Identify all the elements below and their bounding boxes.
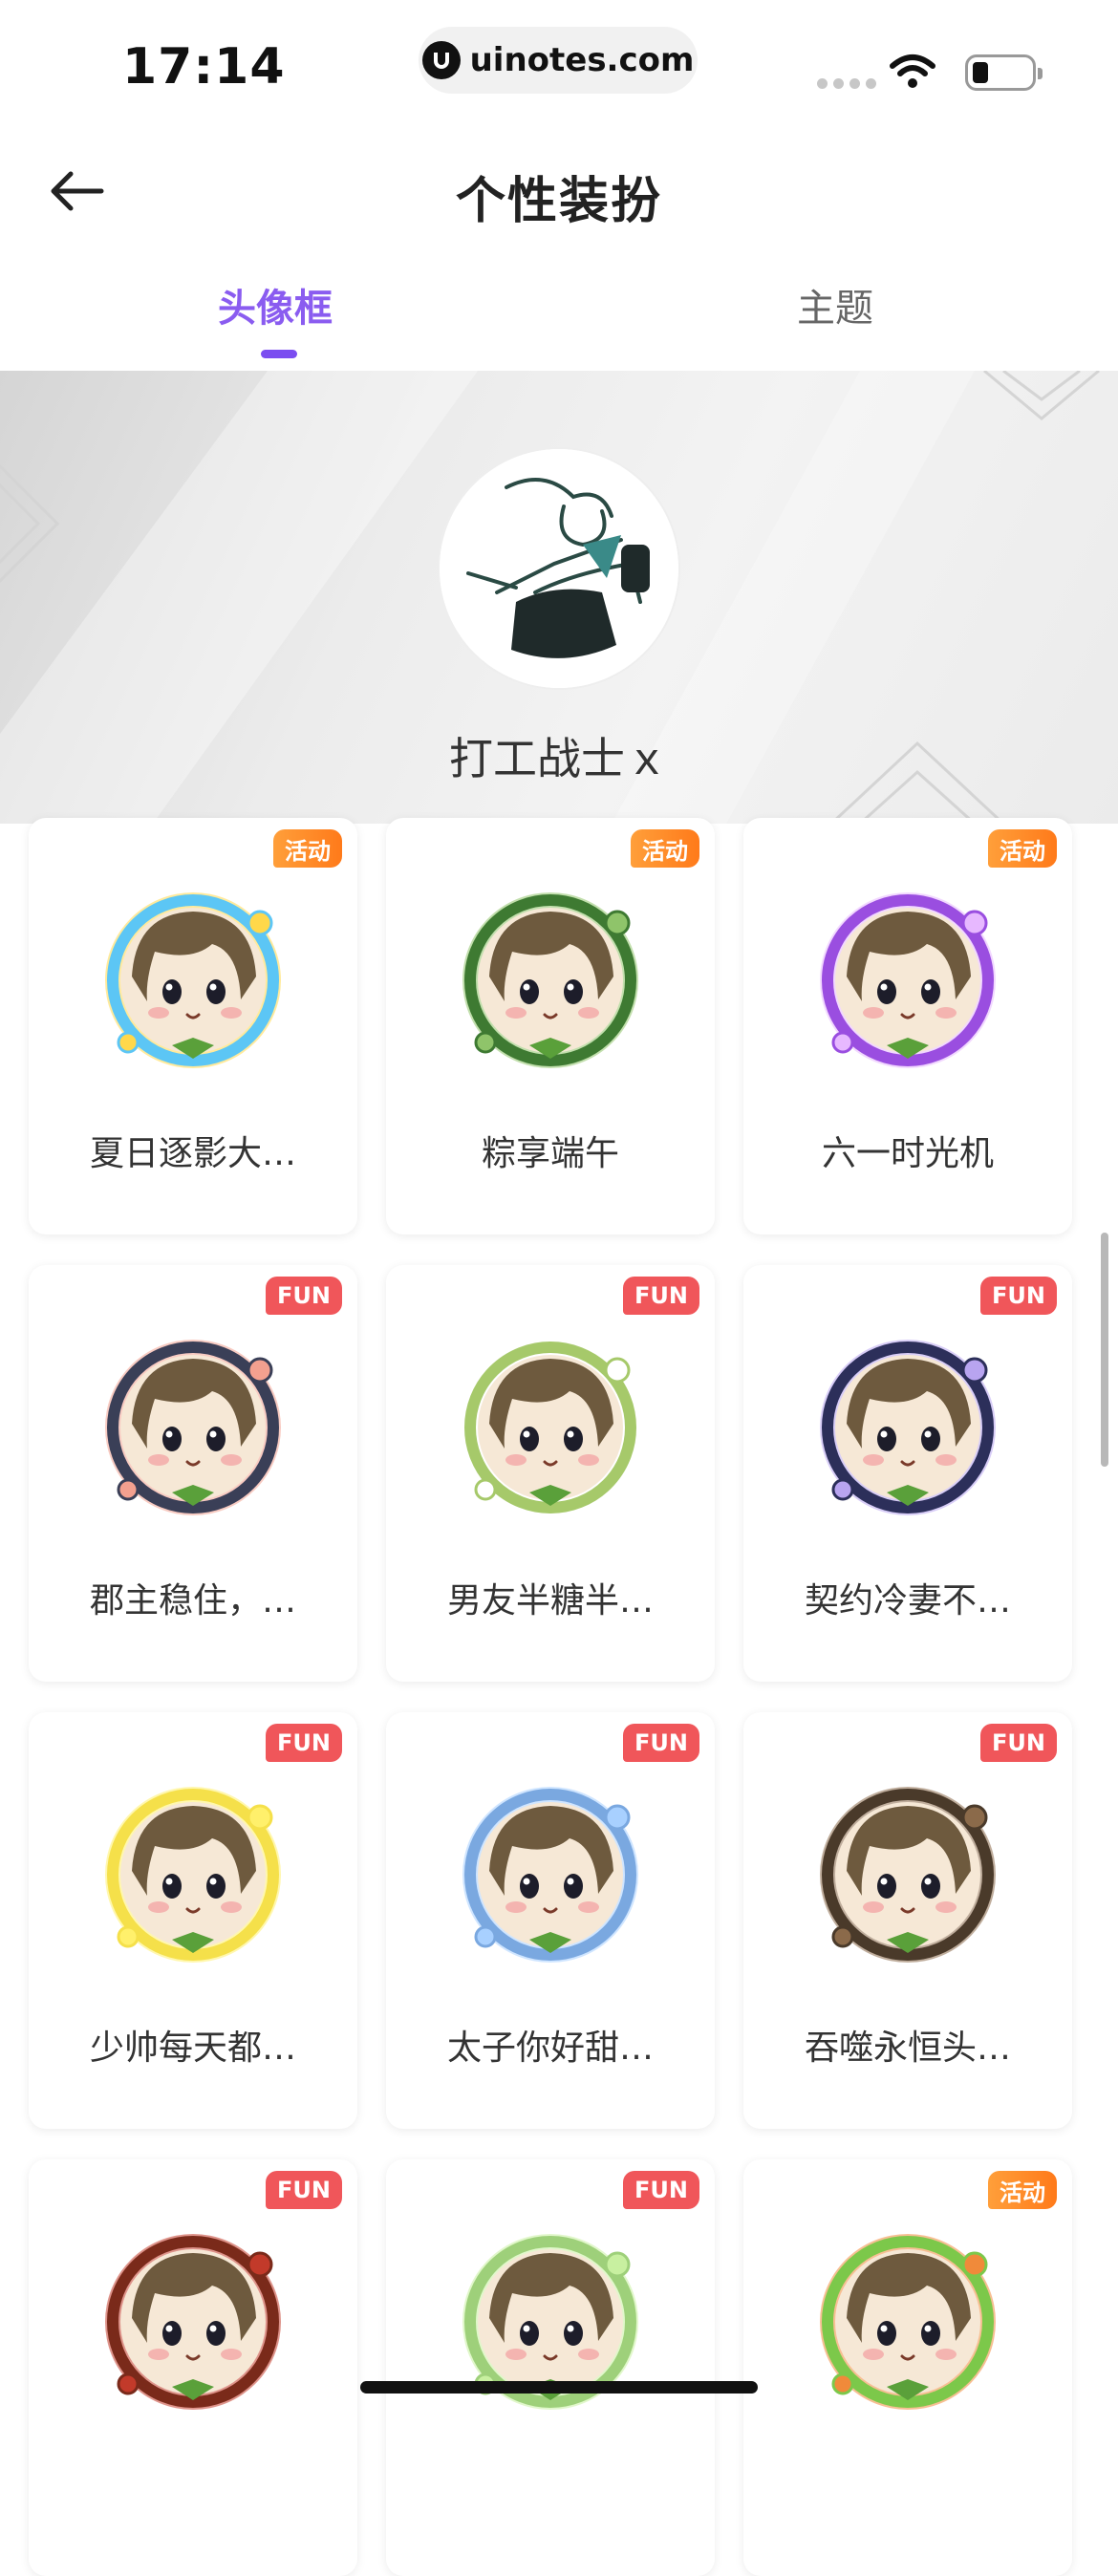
scrollbar[interactable] xyxy=(1101,1233,1108,1467)
activity-badge: 活动 xyxy=(273,829,342,868)
activity-badge: 活动 xyxy=(988,829,1057,868)
url-pill[interactable]: uinotes.com xyxy=(419,27,698,94)
fun-badge: FUN xyxy=(266,1277,342,1315)
frame-name: 郡主稳住，… xyxy=(89,1581,296,1621)
frame-card[interactable]: 活动 xyxy=(743,2159,1072,2576)
frame-card[interactable]: FUN xyxy=(386,2159,715,2576)
avatar-frame-icon xyxy=(462,1787,638,1963)
frame-name: 男友半糖半… xyxy=(446,1581,654,1621)
username: 打工战士ｘ xyxy=(449,733,669,784)
url-text: uinotes.com xyxy=(469,41,695,79)
battery-icon xyxy=(965,54,1043,91)
page-title: 个性装扮 xyxy=(455,173,662,230)
frame-card[interactable]: FUN 男友半糖半… xyxy=(386,1265,715,1682)
activity-badge: 活动 xyxy=(988,2171,1057,2209)
uinotes-logo-icon xyxy=(421,41,461,79)
avatar-frame-icon xyxy=(105,892,281,1068)
tab-avatar-frame[interactable]: 头像框 xyxy=(218,277,333,333)
avatar-frame-icon xyxy=(820,1787,996,1963)
tab-theme[interactable]: 主题 xyxy=(797,277,873,333)
fun-badge: FUN xyxy=(980,1724,1057,1762)
fun-badge: FUN xyxy=(623,2171,699,2209)
frame-name: 吞噬永恒头… xyxy=(804,2029,1011,2068)
fun-badge: FUN xyxy=(623,1724,699,1762)
frame-card[interactable]: FUN 契约冷妻不… xyxy=(743,1265,1072,1682)
fun-badge: FUN xyxy=(266,1724,342,1762)
avatar-frame-icon xyxy=(820,2234,996,2410)
frame-card[interactable]: 活动夏日逐影大… xyxy=(29,818,357,1234)
avatar[interactable] xyxy=(440,449,678,688)
fun-badge: FUN xyxy=(623,1277,699,1315)
home-indicator xyxy=(360,2381,758,2394)
avatar-frame-icon xyxy=(462,892,638,1068)
fun-badge: FUN xyxy=(266,2171,342,2209)
avatar-frame-icon xyxy=(105,1787,281,1963)
profile-banner: 打工战士ｘ xyxy=(0,371,1118,824)
frame-card[interactable]: FUN xyxy=(29,2159,357,2576)
frame-card[interactable]: FUN 少帅每天都… xyxy=(29,1712,357,2129)
frame-name: 契约冷妻不… xyxy=(804,1581,1011,1621)
frame-name: 粽享端午 xyxy=(481,1134,619,1173)
frame-card[interactable]: FUN 郡主稳住，… xyxy=(29,1265,357,1682)
frame-name: 六一时光机 xyxy=(821,1134,994,1173)
frame-name: 太子你好甜… xyxy=(446,2029,654,2068)
avatar-sketch-icon xyxy=(440,449,678,688)
frame-name: 少帅每天都… xyxy=(89,2029,296,2068)
wifi-icon xyxy=(889,53,936,95)
status-time: 17:14 xyxy=(122,38,286,96)
fun-badge: FUN xyxy=(980,1277,1057,1315)
avatar-frame-icon xyxy=(105,2234,281,2410)
frame-card[interactable]: FUN 太子你好甜… xyxy=(386,1712,715,2129)
signal-icon xyxy=(817,78,876,89)
avatar-frame-icon xyxy=(462,1340,638,1515)
status-bar: 17:14 uinotes.com xyxy=(0,0,1118,134)
activity-badge: 活动 xyxy=(631,829,699,868)
tab-bar: 头像框 主题 xyxy=(0,258,1118,363)
nav-header: 个性装扮 xyxy=(0,134,1118,248)
frame-name: 夏日逐影大… xyxy=(89,1134,296,1173)
frame-card[interactable]: FUN 吞噬永恒头… xyxy=(743,1712,1072,2129)
avatar-frame-icon xyxy=(820,892,996,1068)
frame-card[interactable]: 活动六一时光机 xyxy=(743,818,1072,1234)
avatar-frame-icon xyxy=(105,1340,281,1515)
frame-card[interactable]: 活动粽享端午 xyxy=(386,818,715,1234)
tab-active-indicator xyxy=(261,350,297,358)
avatar-frame-icon xyxy=(820,1340,996,1515)
